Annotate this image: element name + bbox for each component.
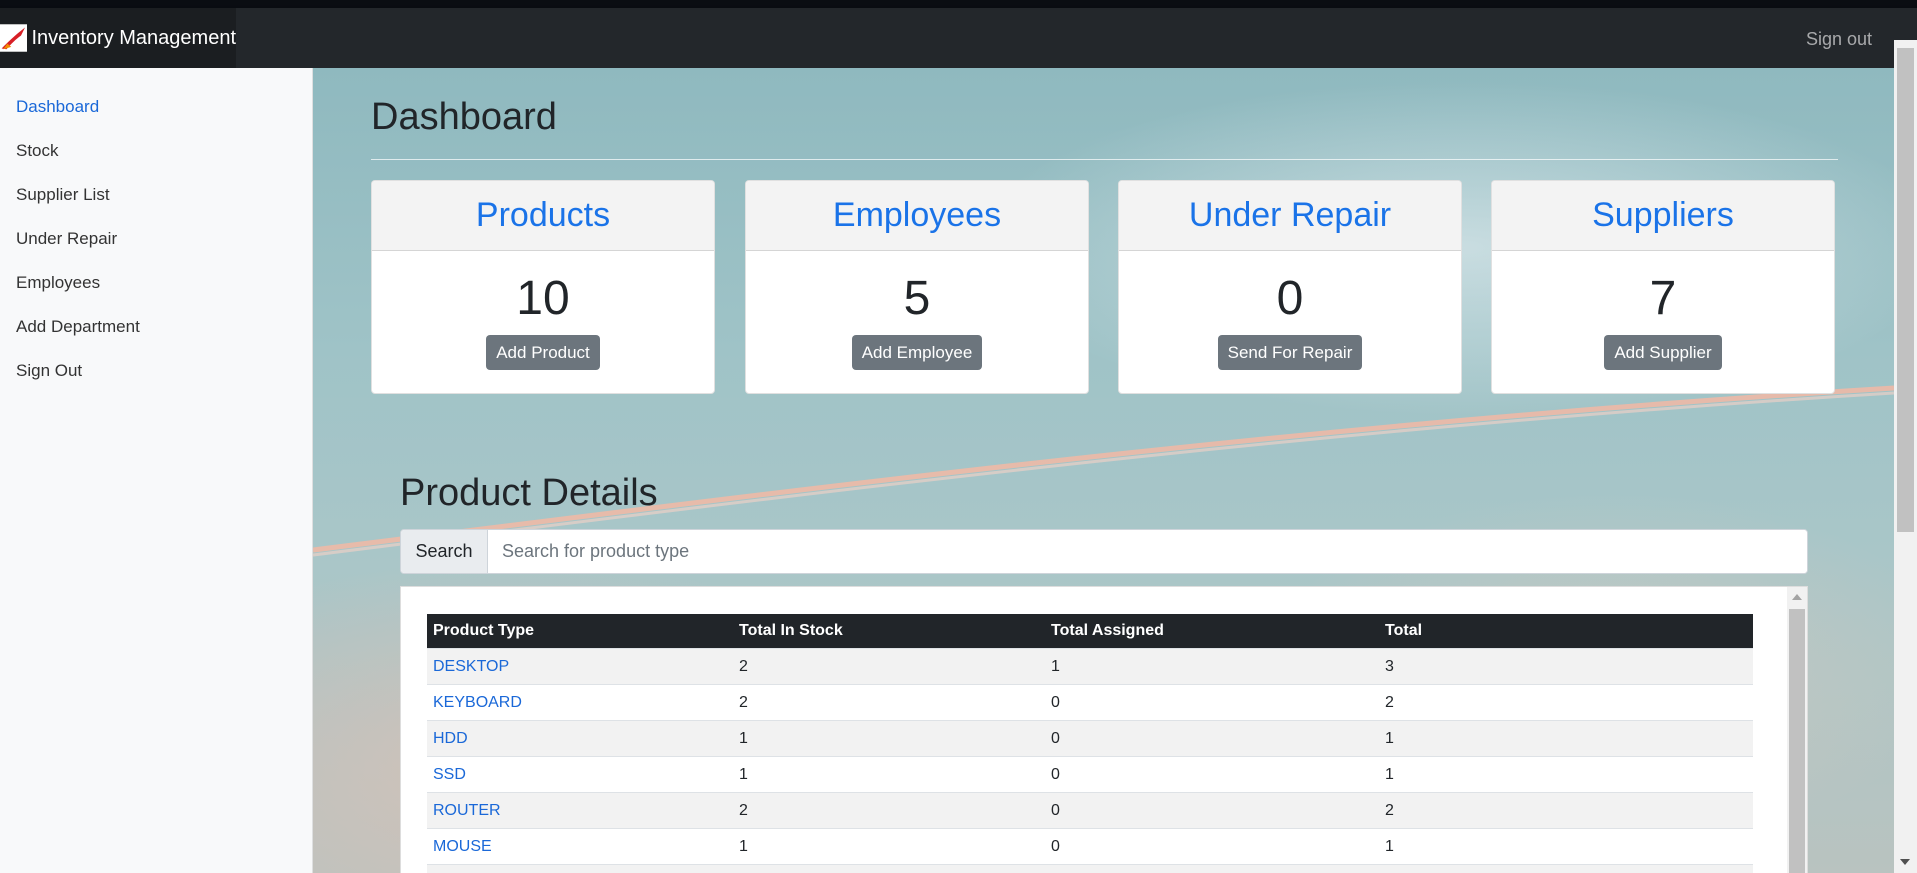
total-assigned-cell: 0	[1045, 792, 1379, 829]
product-type-link[interactable]: MOUSE	[433, 838, 492, 855]
card-title: Employees	[746, 181, 1088, 251]
page-scrollbar-thumb[interactable]	[1897, 48, 1914, 532]
brand-title: Inventory Management	[31, 26, 236, 49]
window-top-strip	[0, 0, 1917, 8]
total-assigned-cell: 0	[1045, 828, 1379, 865]
page-scrollbar[interactable]	[1894, 40, 1917, 873]
column-header-product-type[interactable]: Product Type	[427, 614, 733, 649]
column-header-total[interactable]: Total	[1379, 614, 1753, 649]
sidebar: Dashboard Stock Supplier List Under Repa…	[0, 68, 313, 873]
table-row: SSD 1 0 1	[427, 756, 1753, 793]
top-navbar: Inventory Management Sign out	[0, 8, 1917, 68]
card-count: 5	[903, 272, 931, 325]
add-supplier-button[interactable]: Add Supplier	[1604, 335, 1722, 370]
scroll-down-arrow-icon[interactable]	[1900, 859, 1910, 865]
total-in-stock-cell: 1	[733, 720, 1045, 757]
send-for-repair-button[interactable]: Send For Repair	[1217, 335, 1363, 370]
total-assigned-cell: 0	[1045, 756, 1379, 793]
table-row: MOUSE 1 0 1	[427, 828, 1753, 865]
title-divider	[371, 159, 1838, 160]
card-suppliers: Suppliers 7 Add Supplier	[1491, 180, 1835, 394]
sidebar-item-stock[interactable]: Stock	[0, 129, 313, 173]
sidebar-item-sign-out[interactable]: Sign Out	[0, 349, 313, 393]
table-row: DESKTOP 2 1 3	[427, 648, 1753, 685]
column-header-total-in-stock[interactable]: Total In Stock	[733, 614, 1045, 649]
table-scrollbar-thumb[interactable]	[1789, 609, 1805, 873]
table-header-row: Product Type Total In Stock Total Assign…	[427, 614, 1753, 649]
total-cell: 2	[1379, 792, 1753, 829]
total-cell: 2	[1379, 684, 1753, 721]
total-in-stock-cell: 2	[733, 684, 1045, 721]
table-row: KEYBOARD 2 0 2	[427, 684, 1753, 721]
total-cell: 1	[1379, 720, 1753, 757]
search-input[interactable]	[488, 530, 1807, 573]
product-type-link[interactable]: ROUTER	[433, 802, 501, 819]
main-content: Dashboard Products 10 Add Product Employ…	[313, 68, 1894, 873]
airline-logo-icon	[0, 24, 28, 52]
product-details-title: Product Details	[400, 472, 658, 514]
card-count: 7	[1649, 272, 1677, 325]
navbar-signout-link[interactable]: Sign out	[1806, 8, 1872, 68]
card-employees: Employees 5 Add Employee	[745, 180, 1089, 394]
table-scrollbar[interactable]	[1787, 587, 1807, 873]
sidebar-item-supplier-list[interactable]: Supplier List	[0, 173, 313, 217]
total-assigned-cell: 0	[1045, 720, 1379, 757]
total-cell: 3	[1379, 648, 1753, 685]
product-type-link[interactable]: SSD	[433, 766, 466, 783]
brand[interactable]: Inventory Management	[0, 8, 236, 68]
total-in-stock-cell: 1	[733, 756, 1045, 793]
sidebar-item-under-repair[interactable]: Under Repair	[0, 217, 313, 261]
total-in-stock-cell: 2	[733, 648, 1045, 685]
search-label: Search	[401, 530, 488, 573]
scroll-up-arrow-icon[interactable]	[1792, 594, 1802, 600]
table-row: HDD 1 0 1	[427, 720, 1753, 757]
add-product-button[interactable]: Add Product	[486, 335, 600, 370]
total-in-stock-cell: 2	[733, 792, 1045, 829]
add-employee-button[interactable]: Add Employee	[851, 335, 983, 370]
total-cell: 1	[1379, 756, 1753, 793]
card-under-repair: Under Repair 0 Send For Repair	[1118, 180, 1462, 394]
total-assigned-cell: 0	[1045, 684, 1379, 721]
card-title: Products	[372, 181, 714, 251]
product-type-link[interactable]: KEYBOARD	[433, 694, 522, 711]
sidebar-item-dashboard[interactable]: Dashboard	[0, 85, 313, 129]
total-assigned-cell: 1	[1045, 648, 1379, 685]
card-count: 0	[1276, 272, 1304, 325]
total-cell: 1	[1379, 828, 1753, 865]
card-products: Products 10 Add Product	[371, 180, 715, 394]
table-row	[427, 864, 1753, 873]
product-table-panel: Product Type Total In Stock Total Assign…	[400, 586, 1808, 873]
card-title: Suppliers	[1492, 181, 1834, 251]
card-title: Under Repair	[1119, 181, 1461, 251]
product-type-link[interactable]: HDD	[433, 730, 468, 747]
product-type-link[interactable]: DESKTOP	[433, 658, 509, 675]
total-in-stock-cell: 1	[733, 828, 1045, 865]
column-header-total-assigned[interactable]: Total Assigned	[1045, 614, 1379, 649]
product-table: Product Type Total In Stock Total Assign…	[427, 614, 1753, 873]
page-title: Dashboard	[371, 96, 557, 138]
search-group: Search	[400, 529, 1808, 574]
sidebar-item-add-department[interactable]: Add Department	[0, 305, 313, 349]
card-count: 10	[516, 272, 570, 325]
sidebar-item-employees[interactable]: Employees	[0, 261, 313, 305]
table-row: ROUTER 2 0 2	[427, 792, 1753, 829]
